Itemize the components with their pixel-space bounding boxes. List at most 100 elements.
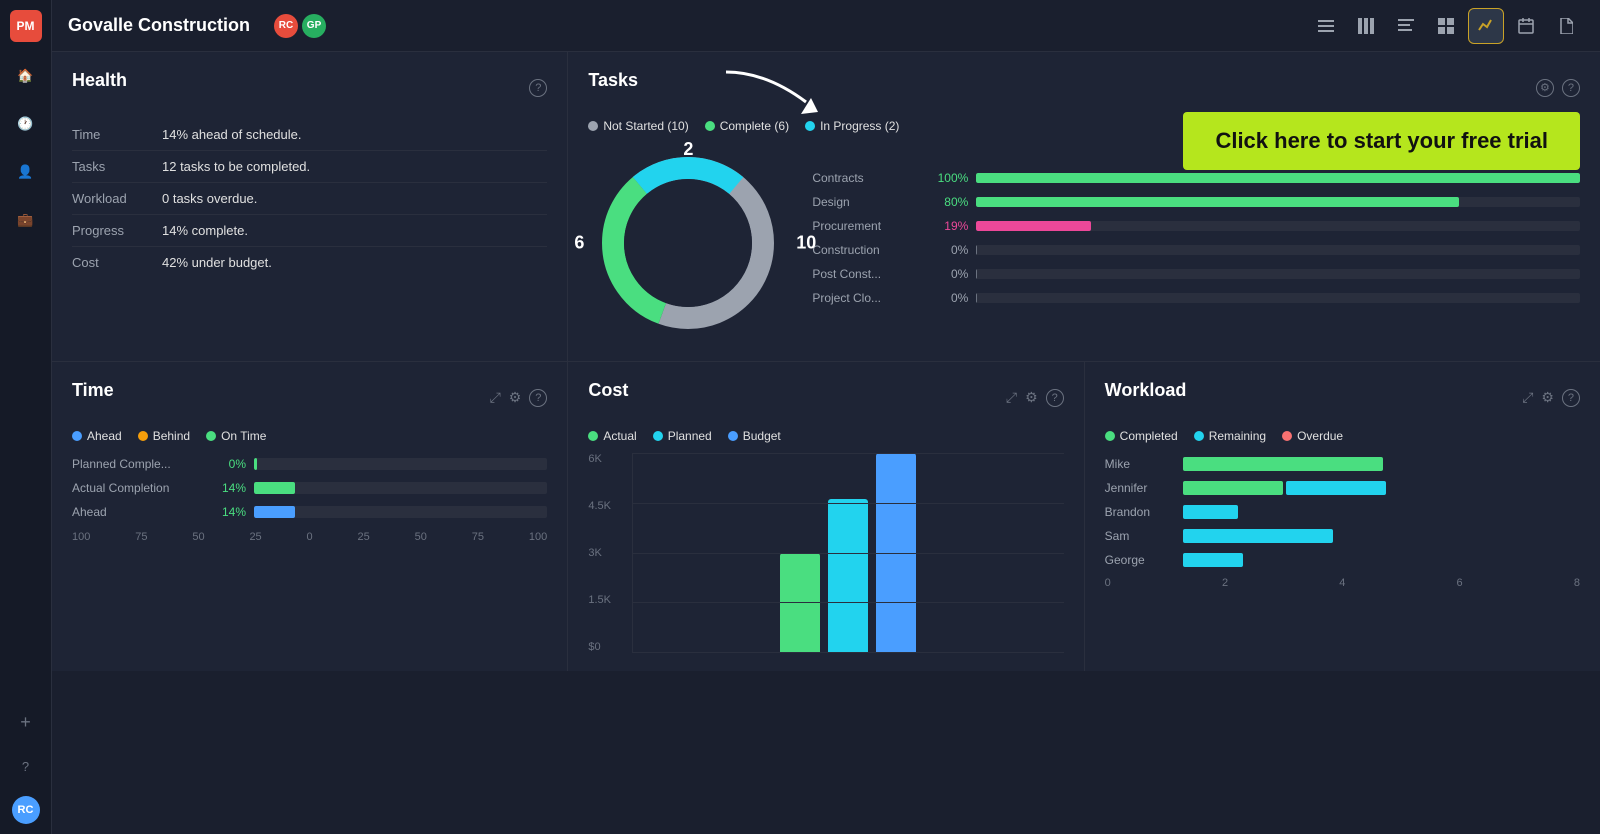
sidebar-item-home[interactable]: 🏠 [12, 62, 40, 90]
donut-svg [588, 143, 788, 343]
complete-dot [705, 121, 715, 131]
legend-complete: Complete (6) [705, 119, 789, 133]
cost-legend: Actual Planned Budget [588, 429, 1063, 443]
progress-post-const: Post Const... 0% [812, 267, 1580, 281]
cost-bar-budget [876, 453, 916, 652]
cost-panel-actions: ⤢ ⚙ ? [1006, 389, 1064, 407]
time-title: Time [72, 380, 114, 401]
time-expand-btn[interactable]: ⤢ [490, 389, 501, 406]
app-logo[interactable]: PM [10, 10, 42, 42]
toolbar-align-btn[interactable] [1388, 8, 1424, 44]
workload-panel-actions: ⤢ ⚙ ? [1522, 389, 1580, 407]
legend-behind: Behind [138, 429, 190, 443]
health-row-cost: Cost 42% under budget. [72, 247, 547, 278]
time-panel-actions: ⤢ ⚙ ? [490, 389, 548, 407]
cost-panel: Cost ⤢ ⚙ ? Actual Planned [568, 362, 1083, 671]
toolbar-calendar-btn[interactable] [1508, 8, 1544, 44]
legend-planned: Planned [653, 429, 712, 443]
time-panel: Time ⤢ ⚙ ? Ahead Behind [52, 362, 567, 671]
legend-remaining: Remaining [1194, 429, 1266, 443]
legend-budget: Budget [728, 429, 781, 443]
progress-design: Design 80% [812, 195, 1580, 209]
avatar-gp[interactable]: GP [302, 14, 326, 38]
time-axis: 100 75 50 25 0 25 50 75 100 [72, 531, 547, 543]
sidebar-user-avatar[interactable]: RC [12, 796, 40, 824]
legend-completed: Completed [1105, 429, 1178, 443]
sidebar: PM 🏠 🕐 👤 💼 + ? RC [0, 0, 52, 834]
tasks-help-btn[interactable]: ? [1562, 79, 1580, 97]
workload-panel-header: Workload ⤢ ⚙ ? [1105, 380, 1580, 415]
time-settings-btn[interactable]: ⚙ [509, 389, 522, 406]
cost-bars-container [632, 453, 1063, 653]
sidebar-item-users[interactable]: 👤 [12, 158, 40, 186]
cost-panel-header: Cost ⤢ ⚙ ? [588, 380, 1063, 415]
donut-label-top: 2 [683, 139, 693, 160]
header-avatars: RC GP [274, 14, 326, 38]
cost-y-axis: $0 1.5K 3K 4.5K 6K [588, 453, 624, 653]
time-rows: Planned Comple... 0% Actual Completion 1… [72, 457, 547, 519]
donut-label-left: 6 [574, 233, 584, 254]
progress-project-close: Project Clo... 0% [812, 291, 1580, 305]
workload-settings-btn[interactable]: ⚙ [1541, 389, 1554, 406]
workload-legend: Completed Remaining Overdue [1105, 429, 1580, 443]
health-row-workload: Workload 0 tasks overdue. [72, 183, 547, 215]
workload-panel: Workload ⤢ ⚙ ? Completed Remaining [1085, 362, 1600, 671]
workload-expand-btn[interactable]: ⤢ [1522, 389, 1533, 406]
workload-axis: 0 2 4 6 8 [1105, 577, 1580, 589]
workload-help-btn[interactable]: ? [1562, 389, 1580, 407]
sidebar-add-button[interactable]: + [12, 708, 40, 736]
main-content: Govalle Construction RC GP [52, 0, 1600, 834]
legend-actual: Actual [588, 429, 636, 443]
donut-chart: 2 6 10 [588, 143, 788, 343]
legend-in-progress: In Progress (2) [805, 119, 899, 133]
cost-help-btn[interactable]: ? [1046, 389, 1064, 407]
toolbar-grid-btn[interactable] [1428, 8, 1464, 44]
time-help-btn[interactable]: ? [529, 389, 547, 407]
time-legend: Ahead Behind On Time [72, 429, 547, 443]
time-row-ahead: Ahead 14% [72, 505, 547, 519]
toolbar-columns-btn[interactable] [1348, 8, 1384, 44]
legend-on-time: On Time [206, 429, 266, 443]
health-help-btn[interactable]: ? [529, 79, 547, 97]
toolbar-file-btn[interactable] [1548, 8, 1584, 44]
free-trial-banner[interactable]: Click here to start your free trial [1183, 112, 1580, 170]
legend-ahead: Ahead [72, 429, 122, 443]
header-toolbar [1308, 8, 1584, 44]
workload-row-sam: Sam [1105, 529, 1580, 543]
cost-settings-btn[interactable]: ⚙ [1025, 389, 1038, 406]
progress-procurement: Procurement 19% [812, 219, 1580, 233]
health-panel-header: Health ? [72, 70, 547, 105]
cost-chart-area: $0 1.5K 3K 4.5K 6K [588, 453, 1063, 653]
time-row-planned: Planned Comple... 0% [72, 457, 547, 471]
tasks-panel-actions: ⚙ ? [1536, 79, 1580, 97]
sidebar-item-clock[interactable]: 🕐 [12, 110, 40, 138]
legend-not-started: Not Started (10) [588, 119, 688, 133]
workload-row-jennifer: Jennifer [1105, 481, 1580, 495]
health-row-tasks: Tasks 12 tasks to be completed. [72, 151, 547, 183]
page-title: Govalle Construction [68, 15, 250, 36]
cost-bar-actual [780, 553, 820, 653]
avatar-rc[interactable]: RC [274, 14, 298, 38]
time-panel-header: Time ⤢ ⚙ ? [72, 380, 547, 415]
sidebar-help-button[interactable]: ? [12, 752, 40, 780]
cost-title: Cost [588, 380, 628, 401]
tasks-settings-btn[interactable]: ⚙ [1536, 79, 1554, 97]
toolbar-list-btn[interactable] [1308, 8, 1344, 44]
workload-row-mike: Mike [1105, 457, 1580, 471]
sidebar-item-briefcase[interactable]: 💼 [12, 206, 40, 234]
tasks-panel: Tasks ⚙ ? Not Started (10) Complete (6) [568, 52, 1600, 361]
donut-label-right: 10 [796, 233, 816, 254]
workload-row-george: George [1105, 553, 1580, 567]
toolbar-chart-btn[interactable] [1468, 8, 1504, 44]
progress-contracts: Contracts 100% [812, 171, 1580, 185]
health-row-time: Time 14% ahead of schedule. [72, 119, 547, 151]
workload-title: Workload [1105, 380, 1187, 401]
health-panel: Health ? Time 14% ahead of schedule. Tas… [52, 52, 567, 361]
tasks-title: Tasks [588, 70, 638, 91]
legend-overdue: Overdue [1282, 429, 1343, 443]
header: Govalle Construction RC GP [52, 0, 1600, 52]
health-row-progress: Progress 14% complete. [72, 215, 547, 247]
health-table: Time 14% ahead of schedule. Tasks 12 tas… [72, 119, 547, 278]
time-row-actual: Actual Completion 14% [72, 481, 547, 495]
cost-expand-btn[interactable]: ⤢ [1006, 389, 1017, 406]
